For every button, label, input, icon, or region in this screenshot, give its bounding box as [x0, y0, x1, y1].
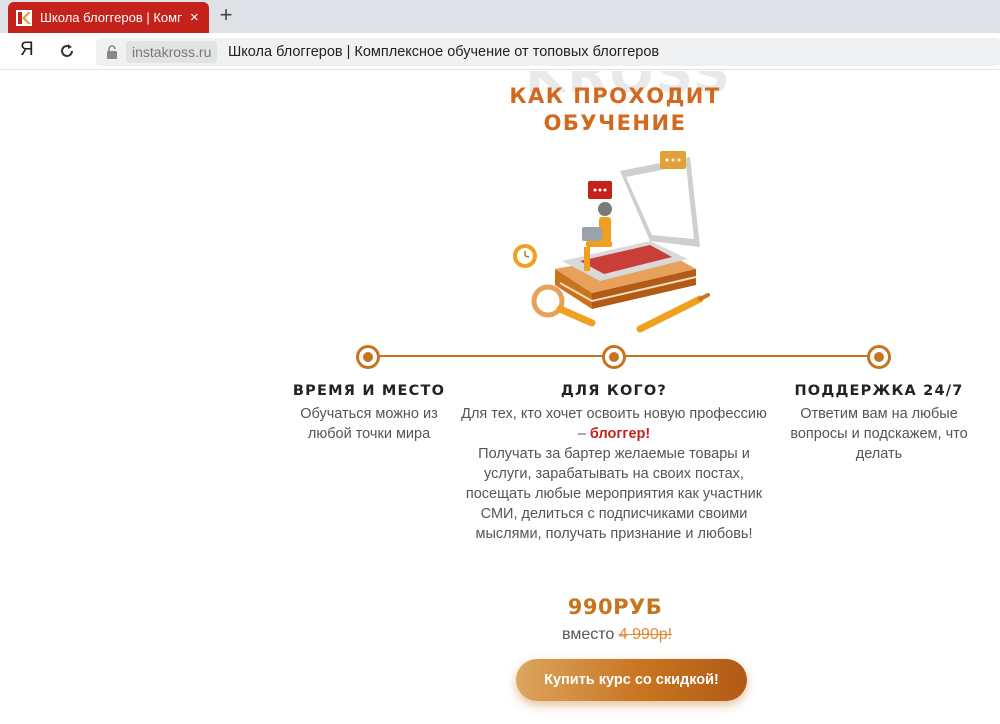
feature-time-place: Время и место Обучаться можно из любой т…: [280, 383, 458, 444]
feature-text-details: Получать за бартер желаемые товары и усл…: [465, 446, 763, 542]
feature-text: Ответим вам на любые вопросы и подскажем…: [790, 406, 968, 462]
feature-support: Поддержка 24/7 Ответим вам на любые вопр…: [780, 383, 978, 464]
timeline-node-support: [867, 345, 891, 369]
feature-text: Для тех, кто хочет освоить новую професс…: [460, 404, 768, 544]
page-title: Школа блоггеров | Комплексное обучение о…: [228, 44, 660, 60]
discount-price: 990РУБ: [567, 595, 663, 619]
page-content: KROSS Как проходит обучение: [0, 71, 1000, 724]
feature-title: Время и место: [292, 383, 446, 399]
timeline-node-time-place: [356, 345, 380, 369]
yandex-button[interactable]: Я: [20, 39, 34, 61]
old-price-row: вместо 4 990р!: [530, 626, 730, 644]
active-tab[interactable]: Школа блоггеров | Комп ×: [8, 2, 209, 33]
tab-title: Школа блоггеров | Комп: [40, 10, 182, 25]
kross-logo-icon: [16, 9, 32, 26]
address-bar: Я instakross.ru Школа блоггеров | Компле…: [0, 33, 1000, 70]
section-title: Как проходит обучение: [509, 84, 721, 135]
buy-course-button[interactable]: Купить курс со скидкой!: [516, 659, 747, 701]
tab-bar: Школа блоггеров | Комп × +: [0, 0, 1000, 33]
new-tab-button[interactable]: +: [215, 4, 237, 27]
feature-title: Поддержка 24/7: [794, 383, 964, 399]
highlight-blogger: блоггер!: [589, 426, 651, 442]
old-price: 4 990р!: [618, 626, 673, 643]
feature-audience: Для кого? Для тех, кто хочет освоить нов…: [460, 383, 768, 544]
tab-close-icon[interactable]: ×: [190, 10, 199, 25]
timeline-node-audience: [602, 345, 626, 369]
instead-label: вместо: [562, 626, 615, 643]
domain-chip: instakross.ru: [126, 41, 218, 63]
feature-text: Обучаться можно из любой точки мира: [300, 406, 438, 442]
lock-icon[interactable]: [104, 44, 120, 60]
laptop-learning-illustration-icon: [513, 151, 710, 333]
feature-title: Для кого?: [560, 383, 668, 399]
url-field[interactable]: instakross.ru Школа блоггеров | Комплекс…: [96, 38, 1000, 66]
reload-icon[interactable]: [58, 42, 76, 60]
